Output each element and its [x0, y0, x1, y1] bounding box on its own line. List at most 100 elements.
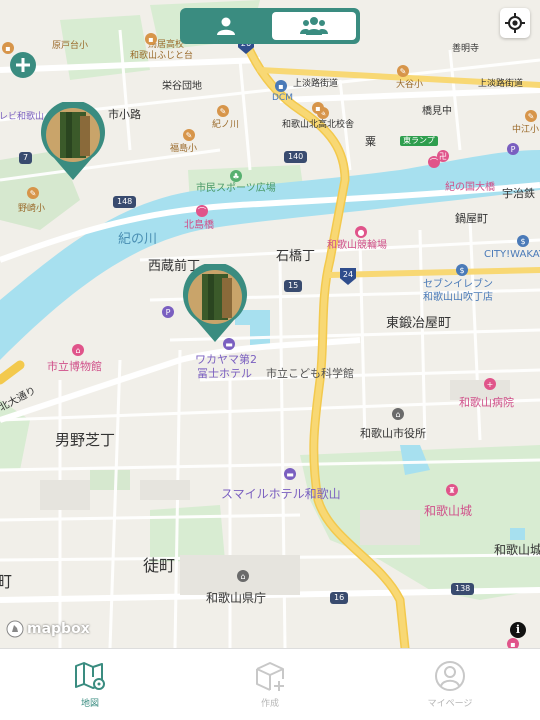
- label-hashimi-naka: 橋見中: [422, 106, 452, 117]
- label-kodomo: 市立こども科学館: [266, 367, 354, 380]
- label-miyamacho: 宮町: [0, 572, 13, 591]
- view-mode-segmented-control: [180, 8, 360, 44]
- label-fukushima: 福島小: [170, 144, 198, 154]
- poi-school-icon: ✎: [27, 187, 39, 199]
- route-shield-140: 140: [284, 151, 308, 163]
- poi-shop-icon: ▪: [507, 638, 519, 648]
- label-kachimachi: 徒町: [143, 556, 176, 575]
- poi-museum-icon: ⌂: [72, 344, 84, 356]
- label-shiritsu-museum: 市立博物館: [47, 360, 102, 373]
- route-shield-16: 16: [330, 592, 349, 604]
- poi-government-icon: ⌂: [237, 570, 249, 582]
- crosshair-icon: [505, 13, 525, 33]
- current-location-button[interactable]: [500, 8, 530, 38]
- label-wakayama-castle-2: 和歌山城: [494, 543, 540, 557]
- poi-school-icon: ✎: [183, 129, 195, 141]
- map-view[interactable]: 紀の川 西蔵前丁 石橋丁 東鍛冶屋町 男野芝丁 徒町 宮町 市小路 鍋屋町 粟 …: [0, 0, 540, 648]
- tab-mypage[interactable]: マイページ: [410, 659, 490, 715]
- label-city-wakaya: CITY!WAKAYA: [484, 249, 540, 260]
- mapbox-logo-text: mapbox: [27, 621, 90, 637]
- tab-map[interactable]: 地図: [50, 659, 130, 715]
- poi-park-icon: ♣: [230, 170, 242, 182]
- label-kasugadanchi: 栄谷団地: [162, 81, 202, 92]
- photo-pin-marker-icon: [183, 262, 247, 342]
- group-icon: [300, 17, 328, 35]
- label-kamiwake-2: 上淡路街道: [478, 79, 524, 89]
- label-omiya: 大谷小: [396, 80, 424, 90]
- poi-store-icon: $: [456, 264, 468, 276]
- add-post-button[interactable]: [10, 52, 36, 78]
- poi-shop-icon: ▪: [275, 80, 287, 92]
- profile-icon: [435, 661, 465, 691]
- label-dcm: DCM: [272, 93, 293, 103]
- label-kamiwake: 上淡路街道: [293, 79, 339, 89]
- poi-government-icon: ⌂: [392, 408, 404, 420]
- label-hara: 原戸台小: [52, 41, 89, 51]
- photo-pin-marker-icon: [41, 100, 105, 180]
- mapbox-logo[interactable]: mapbox: [6, 620, 90, 638]
- label-smile-hotel: スマイルホテル和歌山: [221, 487, 341, 501]
- photo-pin[interactable]: [182, 262, 248, 344]
- tab-map-label: 地図: [80, 699, 99, 709]
- tab-mypage-label: マイページ: [427, 699, 473, 709]
- poi-hospital-icon: +: [484, 378, 496, 390]
- label-zen-myo: 善明寺: [452, 44, 480, 54]
- poi-stadium-icon: ●: [355, 226, 367, 238]
- person-icon: [217, 17, 235, 35]
- map-icon: [75, 662, 105, 690]
- label-nojiki: 野崎小: [18, 204, 46, 214]
- poi-hotel-icon: ▬: [284, 468, 296, 480]
- label-kaikon-school: 和歌山北高北校舎: [282, 120, 355, 130]
- label-wakayama-castle: 和歌山城: [424, 504, 473, 518]
- photo-pin[interactable]: [40, 100, 106, 182]
- route-shield-7: 7: [19, 152, 33, 164]
- route-shield-15: 15: [284, 280, 303, 292]
- label-otokono: 男野芝丁: [55, 431, 116, 449]
- label-nokiya: 鍋屋町: [455, 212, 488, 225]
- poi-temple-icon: 卍: [437, 150, 449, 162]
- label-hirakata: 宇治鉄: [502, 187, 535, 200]
- plus-icon: [16, 58, 30, 72]
- label-ichikoji: 市小路: [108, 108, 141, 121]
- poi-store-icon: $: [517, 235, 529, 247]
- label-wakayama-keirin: 和歌山競輪場: [327, 240, 387, 251]
- label-ishibashi: 石橋丁: [276, 249, 316, 264]
- tab-create[interactable]: 作成: [230, 659, 310, 715]
- poi-shop-icon: ▪: [312, 102, 324, 114]
- label-kuri: 粟: [365, 135, 376, 148]
- mapbox-logo-icon: [6, 620, 24, 638]
- label-wakayama-hospital: 和歌山病院: [459, 396, 514, 409]
- map-base-layer: [0, 0, 540, 648]
- label-kinokawa-el: 紀ノ川: [212, 120, 240, 130]
- route-shield-148: 148: [113, 196, 137, 208]
- label-pref-office: 和歌山県庁: [206, 591, 267, 605]
- personal-view-toggle[interactable]: [184, 12, 268, 40]
- label-kinokawa: 紀の川: [118, 232, 158, 247]
- label-seven-eleven-2: 和歌山山吹丁店: [423, 292, 493, 303]
- poi-shop-icon: ▪: [145, 33, 157, 45]
- create-box-icon: [256, 662, 284, 691]
- poi-parking-icon: P: [162, 306, 174, 318]
- poi-bridge-icon: ⌒: [196, 205, 208, 217]
- group-view-toggle[interactable]: [272, 12, 356, 40]
- poi-school-icon: ✎: [397, 65, 409, 77]
- poi-shop-icon: ▪: [2, 42, 14, 54]
- poi-school-icon: ✎: [217, 105, 229, 117]
- label-naka-kumi: 中江小: [512, 125, 540, 135]
- tab-create-label: 作成: [260, 699, 279, 709]
- label-fuji-hotel: 冨士ホテル: [197, 367, 252, 380]
- label-seven-eleven: セブンイレブン: [423, 279, 493, 290]
- bottom-tab-bar: 地図 作成 マイページ: [0, 648, 540, 720]
- poi-school-icon: ✎: [525, 110, 537, 122]
- info-icon[interactable]: i: [510, 622, 526, 638]
- label-shimin-sports: 市民スポーツ広場: [196, 183, 276, 194]
- label-tele-wakayama: テレビ和歌山: [0, 112, 45, 122]
- label-wakayama-dai2: ワカヤマ第2: [195, 353, 257, 366]
- label-kamitai-kouka-2: 和歌山ふじと台: [130, 51, 194, 61]
- label-ki-no-kuni: 紀の国大橋: [445, 182, 495, 193]
- label-kitajima: 北島橋: [184, 220, 214, 231]
- route-shield-138: 138: [451, 583, 475, 595]
- poi-parking-icon: P: [507, 143, 519, 155]
- label-higashikajiya: 東鍛冶屋町: [386, 316, 452, 331]
- label-wakayamacity: 和歌山市役所: [360, 427, 426, 440]
